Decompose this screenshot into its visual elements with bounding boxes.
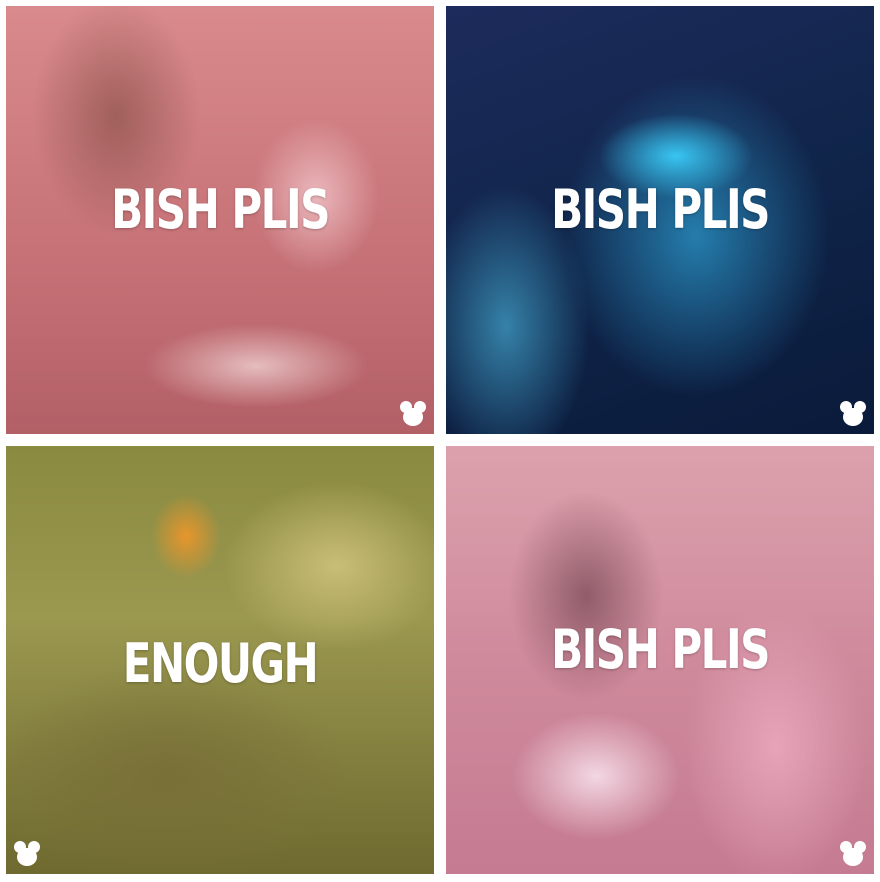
tile-caption: BISH PLIS <box>551 178 770 241</box>
tile-caption: BISH PLIS <box>111 178 330 241</box>
photo-tile-3: ENOUGH <box>6 446 434 874</box>
photo-tile-1: BISH PLIS <box>6 6 434 434</box>
mouse-head-logo-icon <box>14 841 40 866</box>
mouse-head-logo-icon <box>840 401 866 426</box>
mouse-head-logo-icon <box>840 841 866 866</box>
tile-caption: BISH PLIS <box>551 618 770 681</box>
mouse-head-logo-icon <box>400 401 426 426</box>
photo-tile-2: BISH PLIS <box>446 6 874 434</box>
tile-caption: ENOUGH <box>122 632 319 695</box>
photo-tile-4: BISH PLIS <box>446 446 874 874</box>
